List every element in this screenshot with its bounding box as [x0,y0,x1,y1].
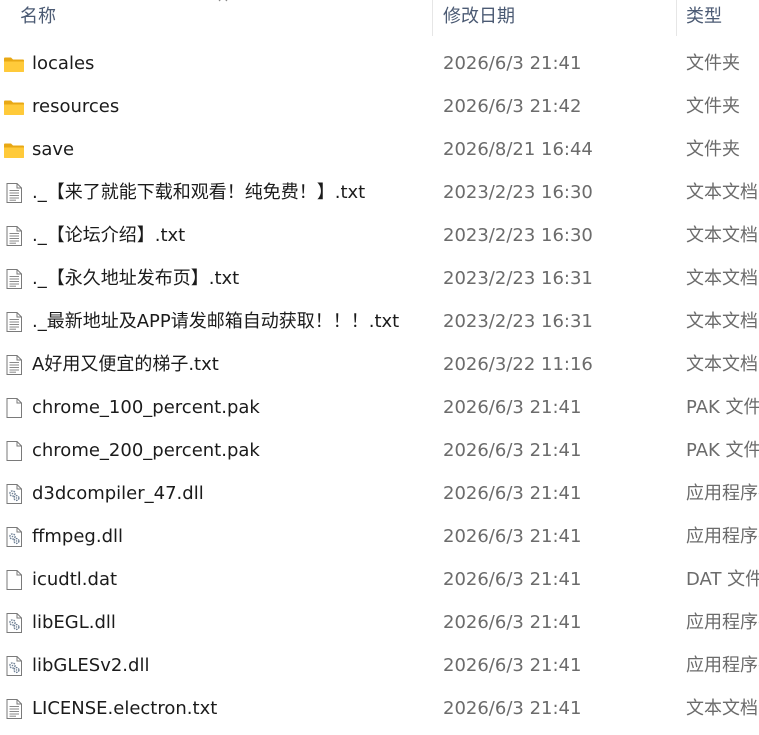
dll-file-icon [3,655,25,677]
file-row[interactable]: A好用又便宜的梯子.txt 2026/3/22 11:16 文本文档 [0,344,759,387]
file-modified-date: 2026/6/3 21:42 [443,96,582,117]
file-name: resources [32,96,120,117]
file-row[interactable]: libEGL.dll 2026/6/3 21:41 应用程序扩展 [0,602,759,645]
file-row[interactable]: save 2026/8/21 16:44 文件夹 [0,129,759,172]
column-header-bar: 名称 修改日期 类型 [0,0,759,36]
file-modified-date: 2026/6/3 21:41 [443,526,582,547]
text-file-icon [3,225,25,247]
file-row[interactable]: chrome_200_percent.pak 2026/6/3 21:41 PAK … [0,430,759,473]
file-type: 应用程序扩展 [686,612,759,633]
file-modified-date: 2026/6/3 21:41 [443,440,582,461]
dll-file-icon [3,526,25,548]
text-file-icon [3,354,25,376]
file-modified-date: 2023/2/23 16:30 [443,182,593,203]
file-modified-date: 2026/6/3 21:41 [443,53,582,74]
text-file-icon [3,698,25,720]
file-name: locales [32,53,95,74]
folder-icon [3,139,25,161]
file-modified-date: 2026/6/3 21:41 [443,569,582,590]
file-modified-date: 2026/6/3 21:41 [443,397,582,418]
file-name: LICENSE.electron.txt [32,698,218,719]
file-type: 应用程序扩展 [686,655,759,676]
text-file-icon [3,268,25,290]
folder-icon [3,53,25,75]
file-name: libGLESv2.dll [32,655,150,676]
file-name: ._【来了就能下载和观看！纯免费！】.txt [32,182,366,203]
file-modified-date: 2023/2/23 16:31 [443,268,593,289]
file-modified-date: 2026/3/22 11:16 [443,354,593,375]
file-name: save [32,139,75,160]
file-row[interactable]: libGLESv2.dll 2026/6/3 21:41 应用程序扩展 [0,645,759,688]
file-modified-date: 2026/6/3 21:41 [443,483,582,504]
file-type: 文本文档 [686,182,758,203]
file-type: 文件夹 [686,53,740,74]
file-type: 文件夹 [686,96,740,117]
file-name: ._最新地址及APP请发邮箱自动获取！！！.txt [32,311,400,332]
file-type: 文本文档 [686,311,758,332]
file-name: ._【永久地址发布页】.txt [32,268,240,289]
dll-file-icon [3,483,25,505]
file-type: PAK 文件 [686,440,759,461]
text-file-icon [3,182,25,204]
file-name: chrome_100_percent.pak [32,397,260,418]
file-modified-date: 2026/6/3 21:41 [443,655,582,676]
file-row[interactable]: ._【论坛介绍】.txt 2023/2/23 16:30 文本文档 [0,215,759,258]
file-type: 应用程序扩展 [686,483,759,504]
file-type: 文件夹 [686,139,740,160]
file-row[interactable]: ._最新地址及APP请发邮箱自动获取！！！.txt 2023/2/23 16:31… [0,301,759,344]
file-row[interactable]: ._【来了就能下载和观看！纯免费！】.txt 2023/2/23 16:30 文本文… [0,172,759,215]
file-type: 应用程序扩展 [686,526,759,547]
column-header-date[interactable]: 修改日期 [432,0,676,36]
blank-file-icon [3,440,25,462]
file-row[interactable]: locales 2026/6/3 21:41 文件夹 [0,43,759,86]
file-row[interactable]: LICENSE.electron.txt 2026/6/3 21:41 文本文档 [0,688,759,731]
column-header-name[interactable]: 名称 [0,0,432,36]
file-name: d3dcompiler_47.dll [32,483,204,504]
file-row[interactable]: ffmpeg.dll 2026/6/3 21:41 应用程序扩展 [0,516,759,559]
file-type: 文本文档 [686,268,758,289]
file-name: libEGL.dll [32,612,116,633]
file-modified-date: 2023/2/23 16:30 [443,225,593,246]
file-name: A好用又便宜的梯子.txt [32,354,219,375]
file-row[interactable]: ._【永久地址发布页】.txt 2023/2/23 16:31 文本文档 [0,258,759,301]
text-file-icon [3,311,25,333]
file-type: PAK 文件 [686,397,759,418]
dll-file-icon [3,612,25,634]
file-list: locales 2026/6/3 21:41 文件夹 resources 2026/6/… [0,43,759,731]
file-name: chrome_200_percent.pak [32,440,260,461]
blank-file-icon [3,569,25,591]
file-row[interactable]: chrome_100_percent.pak 2026/6/3 21:41 PAK … [0,387,759,430]
file-modified-date: 2026/6/3 21:41 [443,698,582,719]
column-header-type[interactable]: 类型 [676,0,759,36]
file-row[interactable]: resources 2026/6/3 21:42 文件夹 [0,86,759,129]
folder-icon [3,96,25,118]
file-type: 文本文档 [686,225,758,246]
file-type: DAT 文件 [686,569,759,590]
blank-file-icon [3,397,25,419]
file-modified-date: 2026/6/3 21:41 [443,612,582,633]
file-name: ffmpeg.dll [32,526,124,547]
file-name: icudtl.dat [32,569,118,590]
file-row[interactable]: icudtl.dat 2026/6/3 21:41 DAT 文件 [0,559,759,602]
file-modified-date: 2026/8/21 16:44 [443,139,593,160]
file-type: 文本文档 [686,698,758,719]
file-modified-date: 2023/2/23 16:31 [443,311,593,332]
file-row[interactable]: d3dcompiler_47.dll 2026/6/3 21:41 应用程序扩展 [0,473,759,516]
file-name: ._【论坛介绍】.txt [32,225,186,246]
file-type: 文本文档 [686,354,758,375]
